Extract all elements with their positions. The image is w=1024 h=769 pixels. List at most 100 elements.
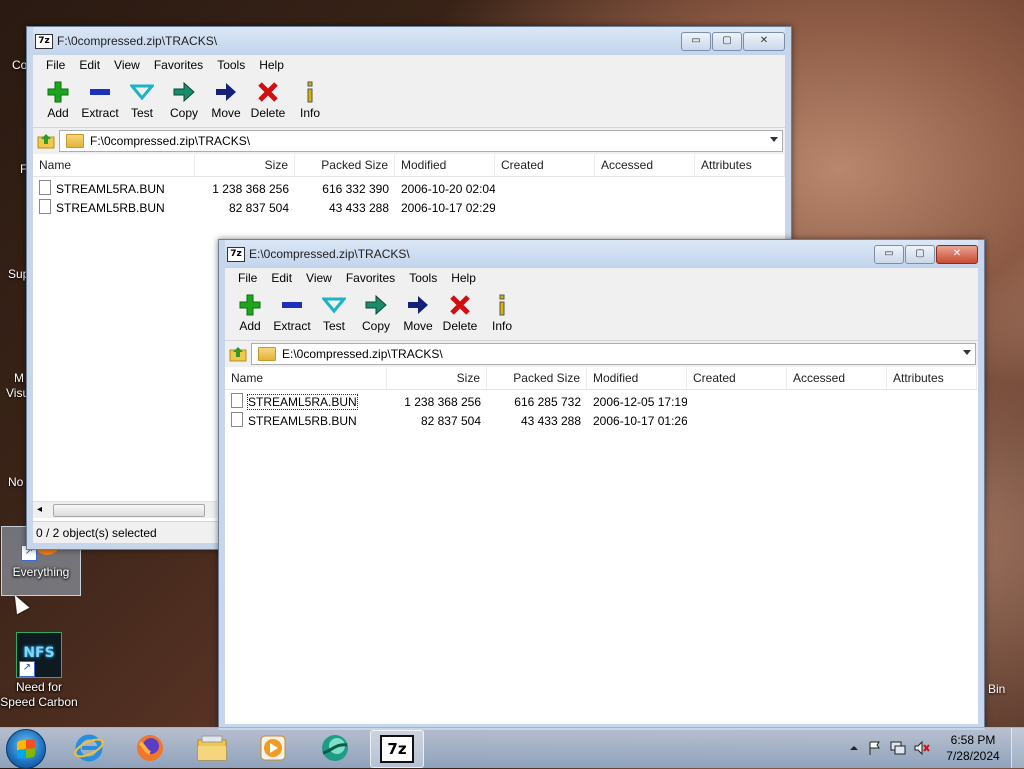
- test-button[interactable]: Test: [313, 288, 355, 333]
- info-icon: [307, 81, 313, 103]
- menu-file[interactable]: File: [39, 58, 72, 72]
- title-bar[interactable]: 7z E:\0compressed.zip\TRACKS\ ▭ ▢ ✕: [219, 240, 984, 268]
- address-text: E:\0compressed.zip\TRACKS\: [282, 347, 443, 361]
- copy-button[interactable]: Copy: [163, 75, 205, 120]
- nfs-icon: NFS ↗: [16, 632, 62, 678]
- menu-tools[interactable]: Tools: [402, 271, 444, 285]
- scroll-left-icon[interactable]: ◂: [37, 502, 42, 518]
- minimize-button[interactable]: ▭: [681, 32, 711, 51]
- file-icon: [39, 199, 51, 214]
- 7zip-app-icon: 7z: [35, 33, 53, 49]
- delete-button[interactable]: Delete: [439, 288, 481, 333]
- taskbar-firefox[interactable]: [123, 730, 177, 766]
- taskbar-file-explorer[interactable]: [185, 730, 239, 766]
- add-button[interactable]: Add: [37, 75, 79, 120]
- menu-edit[interactable]: Edit: [264, 271, 299, 285]
- 7zip-app-icon: 7z: [227, 246, 245, 262]
- menu-help[interactable]: Help: [252, 58, 291, 72]
- menu-view[interactable]: View: [299, 271, 339, 285]
- table-row[interactable]: STREAML5RA.BUN 1 238 368 256 616 285 732…: [225, 393, 978, 412]
- col-packed-size[interactable]: Packed Size: [295, 154, 395, 176]
- move-button[interactable]: Move: [205, 75, 247, 120]
- windows-logo-icon: [17, 739, 35, 759]
- table-row[interactable]: STREAML5RA.BUN 1 238 368 256 616 332 390…: [33, 180, 785, 199]
- folder-icon: [258, 347, 276, 361]
- col-accessed[interactable]: Accessed: [595, 154, 695, 176]
- col-modified[interactable]: Modified: [587, 367, 687, 389]
- taskbar-green-globe-app[interactable]: [308, 730, 362, 766]
- col-size[interactable]: Size: [387, 367, 487, 389]
- info-button[interactable]: Info: [289, 75, 331, 120]
- add-button[interactable]: Add: [229, 288, 271, 333]
- col-name[interactable]: Name: [33, 154, 195, 176]
- up-folder-button[interactable]: [225, 343, 251, 365]
- column-headers: Name Size Packed Size Modified Created A…: [225, 367, 978, 390]
- col-size[interactable]: Size: [195, 154, 295, 176]
- chevron-down-icon[interactable]: [770, 137, 778, 142]
- toolbar: Add Extract Test Copy Move Delete Info: [33, 75, 785, 128]
- action-center-flag-icon[interactable]: [867, 740, 883, 756]
- menu-tools[interactable]: Tools: [210, 58, 252, 72]
- col-attributes[interactable]: Attributes: [887, 367, 977, 389]
- move-arrow-icon: [216, 83, 236, 101]
- extract-button[interactable]: Extract: [79, 75, 121, 120]
- delete-button[interactable]: Delete: [247, 75, 289, 120]
- taskbar-internet-explorer[interactable]: [62, 730, 116, 766]
- internet-explorer-icon: [74, 734, 104, 762]
- minus-icon: [282, 302, 302, 308]
- start-button[interactable]: [6, 729, 46, 769]
- taskbar-7zip[interactable]: 7z: [370, 730, 424, 768]
- address-field[interactable]: E:\0compressed.zip\TRACKS\: [251, 343, 976, 365]
- address-text: F:\0compressed.zip\TRACKS\: [90, 134, 251, 148]
- file-list[interactable]: Name Size Packed Size Modified Created A…: [225, 367, 978, 730]
- extract-button[interactable]: Extract: [271, 288, 313, 333]
- col-packed-size[interactable]: Packed Size: [487, 367, 587, 389]
- taskbar: 7z 6:58 PM 7/28/2024: [0, 727, 1024, 769]
- show-hidden-icons-chevron-up-icon[interactable]: [847, 741, 861, 755]
- toolbar: Add Extract Test Copy Move Delete Info: [225, 288, 978, 341]
- chevron-down-icon[interactable]: [963, 350, 971, 355]
- col-created[interactable]: Created: [687, 367, 787, 389]
- copy-button[interactable]: Copy: [355, 288, 397, 333]
- horizontal-scrollbar[interactable]: ◂: [33, 501, 217, 518]
- clock-date: 7/28/2024: [946, 749, 1000, 763]
- table-row[interactable]: STREAML5RB.BUN 82 837 504 43 433 288 200…: [225, 412, 978, 431]
- taskbar-clock[interactable]: 6:58 PM 7/28/2024: [935, 732, 1011, 764]
- folder-icon: [66, 134, 84, 148]
- close-button[interactable]: ✕: [936, 245, 978, 264]
- move-button[interactable]: Move: [397, 288, 439, 333]
- taskbar-media-player[interactable]: [246, 730, 300, 766]
- menu-file[interactable]: File: [231, 271, 264, 285]
- menu-bar: File Edit View Favorites Tools Help: [225, 268, 978, 288]
- up-arrow-icon: [37, 134, 55, 149]
- close-button[interactable]: ✕: [743, 32, 785, 51]
- test-button[interactable]: Test: [121, 75, 163, 120]
- menu-favorites[interactable]: Favorites: [147, 58, 210, 72]
- volume-muted-icon[interactable]: [913, 740, 931, 756]
- scroll-thumb[interactable]: [53, 504, 205, 517]
- up-folder-button[interactable]: [33, 130, 59, 152]
- checkmark-icon: [322, 297, 346, 314]
- title-bar[interactable]: 7z F:\0compressed.zip\TRACKS\ ▭ ▢ ✕: [27, 27, 791, 55]
- col-name[interactable]: Name: [225, 367, 387, 389]
- col-accessed[interactable]: Accessed: [787, 367, 887, 389]
- table-row[interactable]: STREAML5RB.BUN 82 837 504 43 433 288 200…: [33, 199, 785, 218]
- desktop-icon-label: Everything: [12, 565, 70, 579]
- info-button[interactable]: Info: [481, 288, 523, 333]
- menu-help[interactable]: Help: [444, 271, 483, 285]
- desktop-icon-need-for-speed-carbon[interactable]: NFS ↗ Need for Speed Carbon: [0, 632, 78, 710]
- address-field[interactable]: F:\0compressed.zip\TRACKS\: [59, 130, 783, 152]
- col-modified[interactable]: Modified: [395, 154, 495, 176]
- menu-edit[interactable]: Edit: [72, 58, 107, 72]
- delete-x-icon: [450, 295, 470, 315]
- maximize-button[interactable]: ▢: [905, 245, 935, 264]
- network-icon[interactable]: [889, 740, 907, 756]
- maximize-button[interactable]: ▢: [712, 32, 742, 51]
- col-attributes[interactable]: Attributes: [695, 154, 785, 176]
- front-7zip-window[interactable]: 7z E:\0compressed.zip\TRACKS\ ▭ ▢ ✕ File…: [218, 239, 985, 730]
- show-desktop-button[interactable]: [1011, 728, 1024, 768]
- menu-favorites[interactable]: Favorites: [339, 271, 402, 285]
- menu-view[interactable]: View: [107, 58, 147, 72]
- col-created[interactable]: Created: [495, 154, 595, 176]
- minimize-button[interactable]: ▭: [874, 245, 904, 264]
